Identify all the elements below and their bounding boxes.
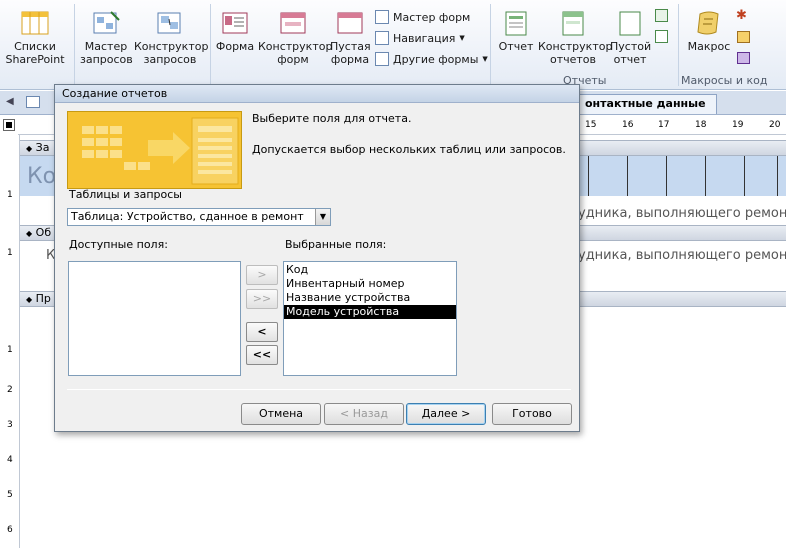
- tables-label: Таблицы и запросы: [69, 188, 182, 201]
- tab-contact-data[interactable]: онтактные данные: [574, 94, 717, 114]
- module-icon[interactable]: ✱: [736, 8, 747, 23]
- form-icon: [222, 12, 248, 34]
- form-wizard-icon: [375, 10, 389, 24]
- band-arrow-icon: ◆: [26, 229, 33, 238]
- ruler-tick: 1: [7, 248, 13, 258]
- report-title-fragment[interactable]: Ко: [27, 164, 56, 189]
- ruler-tick: 3: [7, 420, 13, 430]
- vertical-ruler: 1 1 1 2 3 4 5 6: [0, 135, 20, 548]
- remove-all-fields-button[interactable]: <<: [246, 345, 278, 365]
- available-fields-label: Доступные поля:: [69, 238, 168, 251]
- class-module-icon[interactable]: [737, 31, 750, 43]
- report-wizard-illustration-icon: [68, 112, 241, 188]
- back-button[interactable]: < Назад: [324, 403, 404, 425]
- query-wizard-icon: [93, 11, 120, 34]
- cancel-button[interactable]: Отмена: [241, 403, 321, 425]
- ruler-tick: 18: [695, 120, 707, 130]
- form-button[interactable]: Форма: [214, 10, 256, 53]
- chevron-down-icon: ▼: [459, 34, 465, 42]
- header-field-label[interactable]: удника, выполняющего ремонт: [578, 206, 786, 221]
- report-designer-icon: [562, 11, 584, 36]
- detail-field-text[interactable]: удника, выполняющего ремонт: [578, 248, 786, 263]
- grid-line: [705, 156, 706, 196]
- ruler-tick: 1: [7, 190, 13, 200]
- navigation-icon: [375, 31, 389, 45]
- blank-report-button[interactable]: Пустой отчет: [610, 10, 651, 66]
- ribbon-separator: [678, 4, 679, 86]
- query-wizard-button[interactable]: Мастер запросов: [80, 10, 133, 66]
- grid-line: [744, 156, 745, 196]
- finish-button[interactable]: Готово: [492, 403, 572, 425]
- more-forms-icon: [375, 52, 389, 66]
- hint-text: Допускается выбор нескольких таблиц или …: [252, 143, 566, 156]
- report-designer-button[interactable]: Конструктор отчетов: [538, 10, 612, 66]
- dialog-separator: [67, 389, 571, 390]
- ruler-tick: 17: [658, 120, 670, 130]
- next-button[interactable]: Далее >: [406, 403, 486, 425]
- blank-form-icon: [337, 12, 363, 34]
- ruler-tick: 6: [7, 525, 13, 535]
- report-icon: [505, 11, 527, 36]
- ruler-tick: 16: [622, 120, 634, 130]
- grid-line: [588, 156, 589, 196]
- list-item-selected[interactable]: Модель устройства: [284, 305, 456, 319]
- list-item[interactable]: Инвентарный номер: [284, 277, 456, 291]
- report-button[interactable]: Отчет: [496, 10, 536, 53]
- ruler-tick: 15: [585, 120, 597, 130]
- grid-line: [627, 156, 628, 196]
- query-designer-button[interactable]: Конструктор запросов: [134, 10, 208, 66]
- macro-scroll-icon: [697, 11, 719, 35]
- report-object-icon: [26, 96, 40, 108]
- remove-field-button[interactable]: <: [246, 322, 278, 342]
- navigation-button[interactable]: Навигация ▼: [375, 31, 465, 45]
- visual-basic-icon[interactable]: [737, 52, 750, 64]
- sharepoint-list-icon: [21, 11, 49, 35]
- ruler-tick: 1: [7, 345, 13, 355]
- ribbon: Списки SharePoint Мастер запросов Констр…: [0, 0, 786, 90]
- available-fields-list[interactable]: [68, 261, 241, 376]
- report-wizard-dialog: Создание отчетов Выберите поля для отчет…: [54, 84, 580, 432]
- band-arrow-icon: ◆: [26, 144, 33, 153]
- selected-fields-label: Выбранные поля:: [285, 238, 387, 251]
- chevron-down-icon[interactable]: ▼: [315, 209, 330, 225]
- ruler-tick: 20: [769, 120, 781, 130]
- dialog-title[interactable]: Создание отчетов: [55, 85, 579, 103]
- blank-report-icon: [619, 11, 641, 36]
- form-wizard-button[interactable]: Мастер форм: [375, 10, 470, 24]
- add-field-button[interactable]: >: [246, 265, 278, 285]
- ruler-tick: 19: [732, 120, 744, 130]
- selected-fields-list[interactable]: Код Инвентарный номер Название устройств…: [283, 261, 457, 376]
- macro-button[interactable]: Макрос: [686, 10, 732, 53]
- ribbon-separator: [74, 4, 75, 86]
- select-report-box[interactable]: [3, 119, 15, 131]
- ruler-tick: 5: [7, 490, 13, 500]
- scroll-left-icon[interactable]: ◀: [6, 96, 14, 107]
- grid-line: [777, 156, 778, 196]
- tables-combobox[interactable]: Таблица: Устройство, сданное в ремонт ▼: [67, 208, 331, 226]
- form-designer-icon: [280, 12, 306, 34]
- grid-line: [666, 156, 667, 196]
- add-all-fields-button[interactable]: >>: [246, 289, 278, 309]
- labels-icon[interactable]: [655, 9, 668, 22]
- wizard-illustration: [67, 111, 242, 189]
- report-wizard-icon[interactable]: [655, 30, 668, 43]
- band-arrow-icon: ◆: [26, 295, 33, 304]
- ruler-tick: 2: [7, 385, 13, 395]
- ribbon-separator: [490, 4, 491, 86]
- instruction-text: Выберите поля для отчета.: [252, 112, 412, 125]
- ruler-tick: 4: [7, 455, 13, 465]
- chevron-down-icon: ▼: [482, 55, 488, 63]
- blank-form-button[interactable]: Пустая форма: [330, 10, 371, 66]
- ribbon-separator: [210, 4, 211, 86]
- list-item[interactable]: Код: [284, 263, 456, 277]
- group-label-macros: Макросы и код: [681, 74, 768, 87]
- tables-combobox-value: Таблица: Устройство, сданное в ремонт: [71, 210, 304, 223]
- form-designer-button[interactable]: Конструктор форм: [258, 10, 332, 66]
- sharepoint-lists-button[interactable]: Списки SharePoint: [2, 10, 68, 66]
- more-forms-button[interactable]: Другие формы ▼: [375, 52, 488, 66]
- query-designer-icon: [157, 12, 181, 34]
- list-item[interactable]: Название устройства: [284, 291, 456, 305]
